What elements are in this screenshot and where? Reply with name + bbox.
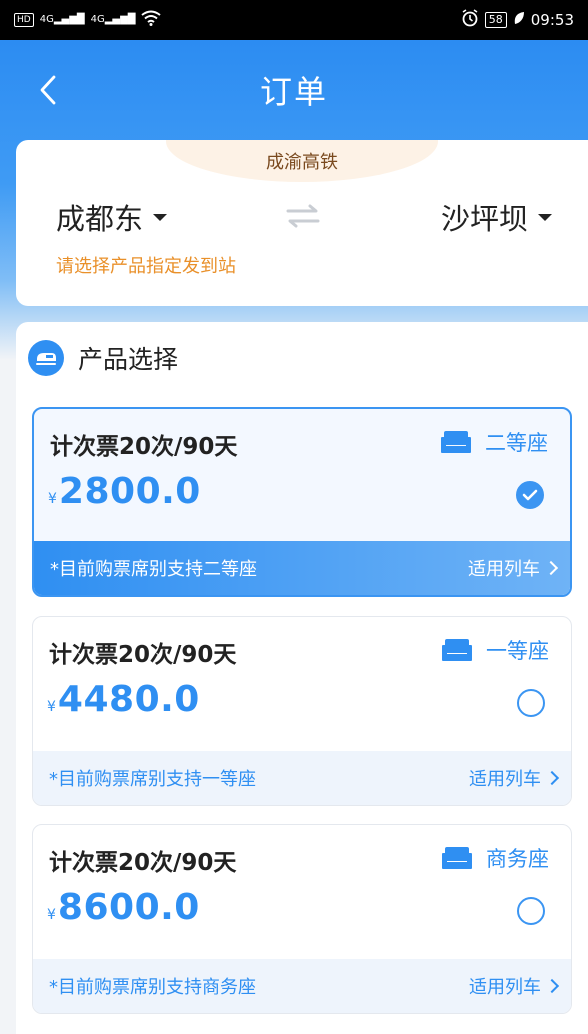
price-value: 2800.0: [58, 471, 201, 512]
seat-label: 二等座: [485, 431, 548, 455]
seat-support-note: *目前购票席别支持一等座: [49, 769, 256, 790]
seat-icon: [441, 431, 471, 453]
section-header: 产品选择: [28, 340, 178, 376]
signal-icon: 4G▂▄▆█: [39, 14, 85, 25]
product-footer: *目前购票席别支持商务座 适用列车: [33, 959, 571, 1013]
hd-indicator: HD: [14, 13, 34, 27]
seat-label: 商务座: [486, 847, 549, 871]
seat-type: 商务座: [442, 843, 549, 873]
currency-symbol: ¥: [47, 907, 56, 923]
radio-unchecked-icon[interactable]: [517, 689, 545, 717]
to-station-label: 沙坪坝: [440, 202, 528, 236]
wifi-icon: [141, 10, 162, 30]
radio-checked-icon[interactable]: [516, 481, 544, 509]
chevron-right-icon: [544, 978, 560, 994]
battery-icon: 58: [484, 12, 507, 28]
seat-support-note: *目前购票席别支持二等座: [50, 559, 257, 580]
seat-label: 一等座: [486, 639, 549, 663]
applicable-trains-link[interactable]: 适用列车: [469, 973, 560, 999]
from-station-selector[interactable]: 成都东: [56, 196, 168, 238]
link-label: 适用列车: [469, 769, 541, 790]
line-name: 成渝高铁: [166, 140, 438, 182]
radio-unchecked-icon[interactable]: [517, 897, 545, 925]
status-bar: HD 4G▂▄▆█ 4G▂▄▆█ 58 09:53: [0, 0, 588, 40]
price-value: 4480.0: [57, 679, 200, 720]
product-card-first-class[interactable]: 计次票20次/90天 一等座 ¥ 4480.0 *目前购票席别支持一等座 适用列…: [32, 616, 572, 806]
link-label: 适用列车: [469, 977, 541, 998]
product-card-second-class[interactable]: 计次票20次/90天 二等座 ¥ 2800.0 *目前购票席别支持二等座 适用列…: [32, 407, 572, 597]
product-footer: *目前购票席别支持一等座 适用列车: [33, 751, 571, 805]
link-label: 适用列车: [468, 559, 540, 580]
route-hint: 请选择产品指定发到站: [56, 256, 236, 277]
seat-icon: [442, 847, 472, 869]
seat-type: 二等座: [441, 427, 548, 457]
train-icon: [28, 340, 64, 376]
seat-icon: [442, 639, 472, 661]
alarm-icon: [461, 9, 479, 31]
currency-symbol: ¥: [48, 491, 57, 507]
route-card: 成渝高铁 成都东 沙坪坝 请选择产品指定发到站: [16, 140, 588, 306]
swap-icon[interactable]: [284, 202, 322, 230]
price: ¥ 8600.0: [47, 887, 200, 928]
caret-down-icon: [153, 213, 168, 221]
product-name: 计次票20次/90天: [49, 850, 237, 876]
seat-support-note: *目前购票席别支持商务座: [49, 977, 256, 998]
product-name: 计次票20次/90天: [50, 434, 238, 460]
applicable-trains-link[interactable]: 适用列车: [469, 765, 560, 791]
currency-symbol: ¥: [47, 699, 56, 715]
signal-icon-2: 4G▂▄▆█: [90, 14, 136, 25]
price: ¥ 4480.0: [47, 679, 200, 720]
price: ¥ 2800.0: [48, 471, 201, 512]
products-card: 产品选择 计次票20次/90天 二等座 ¥ 2800.0 *目前购票席别支持二等…: [16, 322, 588, 1034]
chevron-right-icon: [544, 770, 560, 786]
price-value: 8600.0: [57, 887, 200, 928]
section-title: 产品选择: [78, 345, 179, 374]
clock-time: 09:53: [530, 11, 574, 29]
navigation-bar: 订单: [0, 40, 588, 140]
caret-down-icon: [538, 213, 552, 221]
chevron-left-icon: [40, 75, 56, 105]
to-station-selector[interactable]: 沙坪坝: [441, 196, 552, 238]
back-button[interactable]: [28, 68, 68, 112]
leaf-icon: [513, 11, 525, 29]
chevron-right-icon: [543, 560, 559, 576]
product-footer: *目前购票席别支持二等座 适用列车: [34, 541, 570, 595]
from-station-label: 成都东: [56, 202, 144, 236]
product-name: 计次票20次/90天: [49, 642, 237, 668]
page-title: 订单: [259, 73, 328, 111]
seat-type: 一等座: [442, 635, 549, 665]
product-card-business-class[interactable]: 计次票20次/90天 商务座 ¥ 8600.0 *目前购票席别支持商务座 适用列…: [32, 824, 572, 1014]
applicable-trains-link[interactable]: 适用列车: [468, 555, 559, 581]
